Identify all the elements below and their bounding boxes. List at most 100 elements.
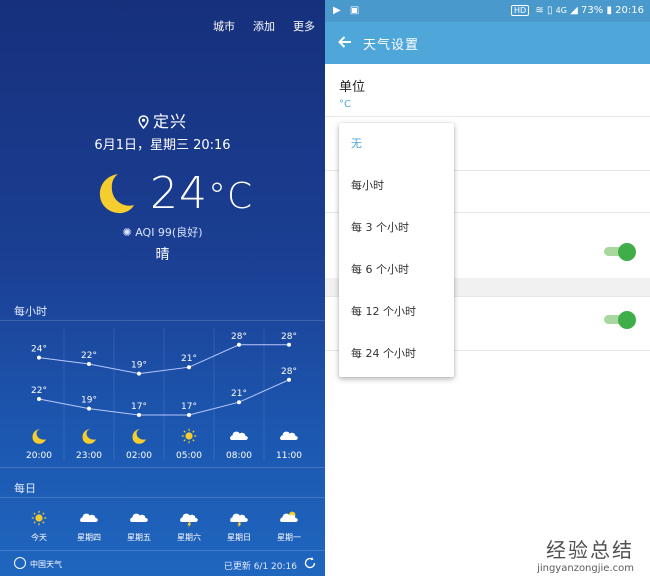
day-label: 星期日: [227, 533, 251, 542]
low-temp-point: [87, 406, 91, 411]
day-label: 星期一: [277, 533, 301, 542]
moon-icon: [132, 428, 147, 444]
high-temp-point: [87, 362, 91, 366]
aqi-indicator[interactable]: ✺ AQI 99(良好): [0, 224, 325, 240]
status-time: 20:16: [615, 5, 644, 16]
high-temp-point: [287, 342, 291, 347]
high-temp-label: 19°: [131, 361, 147, 371]
moon-icon: [82, 428, 97, 444]
unit-value: °C: [339, 99, 351, 110]
watermark: 经验总结 jingyanzongjie.com: [537, 534, 634, 574]
day-label: 今天: [31, 532, 47, 542]
menu-add[interactable]: 添加: [253, 18, 275, 34]
low-temp-label: 28°: [281, 367, 297, 377]
last-updated: 已更新 6/1 20:16: [223, 562, 297, 572]
status-info: HD ≋ ▯ 4G ◢ 73% ▮ 20:16: [511, 5, 644, 16]
dropdown-option-6h[interactable]: 每 6 个小时: [339, 249, 454, 291]
image-icon: ▣: [349, 5, 360, 16]
battery-percent: 73%: [581, 5, 604, 16]
thunder-cloud-icon: [180, 513, 198, 528]
status-bar: ▶ ▣ HD ≋ ▯ 4G ◢ 73% ▮ 20:16: [325, 0, 650, 22]
daily-label: 每日: [14, 482, 36, 495]
high-temp-label: 28°: [231, 332, 247, 342]
day-label: 星期五: [127, 533, 151, 542]
refresh-icon[interactable]: [303, 556, 317, 570]
menu-more[interactable]: 更多: [293, 18, 315, 34]
sun-cloud-icon: [280, 511, 298, 522]
temperature-unit: °C: [208, 176, 254, 217]
auto-refresh-toggle[interactable]: [604, 243, 636, 261]
dropdown-option-24h[interactable]: 每 24 个小时: [339, 333, 454, 375]
moon-icon: [99, 174, 134, 214]
cloud-icon: [80, 513, 98, 522]
play-icon: ▶: [333, 5, 341, 16]
hourly-forecast-chart: 24° 22° 20:00 22° 19° 23:00 19° 17° 02:00 21° 17° 0…: [26, 328, 302, 461]
low-temp-label: 21°: [231, 389, 247, 399]
city-name[interactable]: 定兴: [0, 108, 325, 132]
hour-time-label: 23:00: [76, 451, 102, 461]
notification-toggle[interactable]: [604, 311, 636, 329]
high-temp-label: 24°: [31, 345, 47, 355]
aqi-icon: ✺: [122, 226, 132, 239]
watermark-url: jingyanzongjie.com: [537, 563, 634, 574]
high-temp-label: 28°: [281, 332, 297, 342]
hd-badge: HD: [511, 5, 530, 16]
dropdown-option-hourly[interactable]: 每小时: [339, 165, 454, 207]
sim-icon: ▯: [546, 5, 553, 16]
high-temp-point: [37, 355, 41, 360]
city-label: 定兴: [152, 112, 187, 131]
day-label: 星期六: [177, 532, 201, 542]
app-bar: 天气设置: [325, 22, 650, 64]
hourly-label: 每小时: [14, 305, 47, 318]
sun-icon: [31, 510, 47, 526]
back-arrow-icon[interactable]: [337, 34, 353, 50]
cloud-icon: [280, 431, 298, 440]
wifi-icon: ≋: [535, 5, 544, 16]
high-temp-point: [237, 342, 241, 347]
low-temp-point: [37, 397, 41, 401]
thunder-cloud-icon: [230, 513, 248, 528]
cloud-icon: [230, 431, 248, 440]
unit-setting[interactable]: 单位 °C: [339, 76, 365, 110]
hour-time-label: 02:00: [126, 451, 152, 461]
sun-icon: [181, 428, 197, 444]
weather-condition: 晴: [155, 247, 170, 263]
dropdown-option-none[interactable]: 无: [339, 123, 454, 165]
low-temp-point: [287, 377, 291, 382]
hour-time-label: 05:00: [176, 451, 202, 461]
low-temp-label: 22°: [31, 386, 47, 396]
battery-icon: ▮: [606, 5, 612, 16]
current-temperature: 24°C: [150, 168, 254, 219]
daily-forecast-panel[interactable]: 今天 星期四 星期五 星期六 星期日 星期一: [0, 497, 325, 549]
hour-time-label: 08:00: [226, 451, 252, 461]
daily-forecast-row: 今天 星期四 星期五 星期六 星期日 星期一: [31, 510, 301, 542]
china-weather-logo-icon: [14, 557, 26, 569]
dropdown-option-12h[interactable]: 每 12 个小时: [339, 291, 454, 333]
moon-icon: [32, 428, 47, 444]
low-temp-point: [137, 413, 141, 417]
day-label: 星期四: [77, 533, 101, 542]
aqi-text: AQI 99(良好): [135, 226, 203, 239]
weather-panel: 城市 添加 更多 定兴 6月1日，星期三 20:16 24°C ✺ AQI 99…: [0, 0, 325, 576]
signal-icon: ◢: [570, 5, 578, 16]
cloud-icon: [130, 513, 148, 522]
hour-time-label: 11:00: [276, 451, 302, 461]
dropdown-option-3h[interactable]: 每 3 个小时: [339, 207, 454, 249]
high-temp-point: [137, 371, 141, 376]
unit-label: 单位: [339, 80, 366, 95]
low-temp-point: [187, 413, 191, 417]
high-temp-label: 21°: [181, 354, 197, 364]
menu-city[interactable]: 城市: [213, 18, 235, 34]
high-temp-point: [187, 365, 191, 370]
refresh-interval-dropdown: 无 每小时 每 3 个小时 每 6 个小时 每 12 个小时 每 24 个小时: [339, 123, 454, 377]
footer-brand: 中国天气: [30, 560, 62, 569]
low-temp-label: 17°: [181, 402, 197, 412]
low-temp-label: 17°: [131, 402, 147, 412]
top-menu: 城市 添加 更多: [213, 18, 315, 34]
watermark-title: 经验总结: [546, 538, 634, 562]
date-time: 6月1日，星期三 20:16: [94, 138, 231, 153]
low-temp-label: 19°: [81, 396, 97, 406]
network-type: 4G: [555, 6, 567, 15]
high-temp-label: 22°: [81, 351, 97, 361]
hour-time-label: 20:00: [26, 451, 52, 461]
